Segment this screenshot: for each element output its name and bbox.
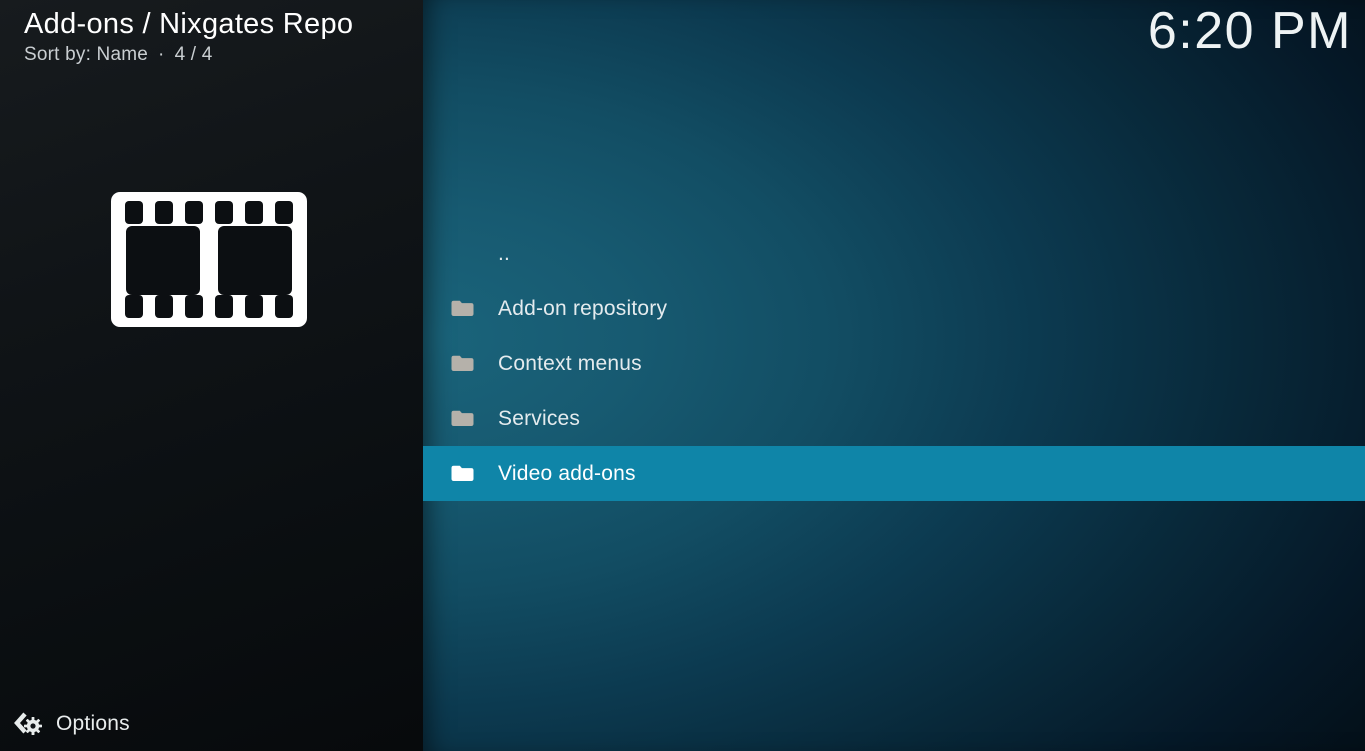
list-item[interactable]: Context menus [423, 336, 1365, 391]
options-button[interactable]: Options [13, 707, 130, 741]
list-item-label: Video add-ons [498, 462, 636, 486]
folder-icon [450, 299, 476, 319]
film-strip-icon [111, 192, 307, 327]
list-item[interactable]: Video add-ons [423, 446, 1365, 501]
sort-by-label: Sort by: Name [24, 44, 148, 66]
item-position: 4 / 4 [175, 44, 213, 66]
folder-icon [450, 409, 476, 429]
list-item-label: Context menus [498, 352, 642, 376]
list-item-label: .. [498, 242, 510, 266]
main-panel: .. Add-on repository Context menus Ser [423, 0, 1365, 751]
header: Add-ons / Nixgates Repo Sort by: Name · … [24, 7, 353, 66]
subtitle-separator: · [158, 44, 165, 66]
options-label: Options [56, 712, 130, 736]
list-item-label: Services [498, 407, 580, 431]
page-title: Add-ons / Nixgates Repo [24, 7, 353, 41]
chevron-gear-icon [13, 709, 43, 739]
kodi-screen: Add-ons / Nixgates Repo Sort by: Name · … [0, 0, 1365, 751]
folder-icon [450, 354, 476, 374]
folder-icon [450, 464, 476, 484]
list-item[interactable]: .. [423, 226, 1365, 281]
addon-list: .. Add-on repository Context menus Ser [423, 226, 1365, 501]
clock: 6:20 PM [1148, 1, 1352, 61]
page-subtitle: Sort by: Name · 4 / 4 [24, 44, 353, 66]
left-panel: Add-ons / Nixgates Repo Sort by: Name · … [0, 0, 423, 751]
list-item[interactable]: Services [423, 391, 1365, 446]
list-item-label: Add-on repository [498, 297, 667, 321]
list-item[interactable]: Add-on repository [423, 281, 1365, 336]
